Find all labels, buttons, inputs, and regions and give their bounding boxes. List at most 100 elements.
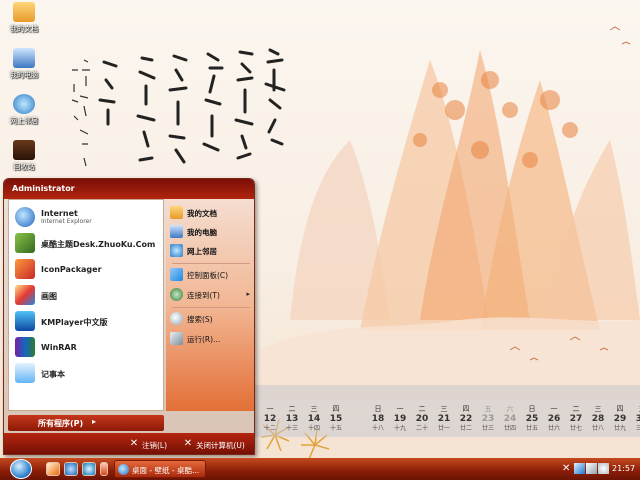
calendar-lunar: 十八 [371,425,384,432]
calendar-day: 一 12 十二 [259,405,281,433]
desktop-icon-my-computer[interactable]: 我的电脑 [2,48,46,80]
program-notepad[interactable]: 记事本 [15,362,165,386]
tray-network-icon[interactable] [574,463,585,474]
calendar-lunar: 十九 [393,425,406,432]
calendar-strip: 一 12 十二二 13 十三三 14 十四四 15 十五日 18 十八一 19 十九二 20 二十三 21 廿一… [255,385,640,437]
calendar-weekday: 五 [631,405,640,414]
calendar-weekday: 二 [418,405,426,413]
calendar-weekday: 六 [506,405,514,413]
calendar-date: 18 [371,414,385,424]
calendar-date: 15 [329,414,343,424]
calendar-day: 二 20 二十 [411,405,433,433]
taskbar-window-button[interactable]: 桌面 - 壁纸 - 桌酷... [114,460,206,478]
calendar-date: 24 [503,414,517,424]
place-control-panel[interactable]: 控制面板(C) [170,267,254,283]
program-winrar[interactable]: WinRAR [15,336,165,360]
notepad-icon [15,363,35,383]
places-pane: 我的文档 我的电脑 网上邻居 控制面板(C) 连接到(T) ▸ 搜索(S) 运行… [166,199,254,411]
calendar-weekday: 四 [462,405,470,413]
calendar-day: 三 28 廿八 [587,405,609,433]
calendar-day: 四 22 廿二 [455,405,477,433]
calendar-weekday: 三 [440,405,448,413]
calendar-date: 12 [263,414,277,424]
user-name: Administrator [12,184,75,193]
control-panel-icon [170,268,183,281]
recycle-bin-icon [13,140,35,160]
calendar-date: 21 [437,414,451,424]
power-icon: ✕ [183,438,193,449]
desktop-icon-my-documents[interactable]: 我的文档 [2,2,46,34]
calendar-lunar: 廿八 [591,425,604,432]
calendar-date: 13 [285,414,299,424]
calendar-day: 二 13 十三 [281,405,303,433]
calendar-date: 25 [525,414,539,424]
calendar-lunar: 廿五 [525,425,538,432]
calendar-lunar: 十四 [307,425,320,432]
place-run[interactable]: 运行(R)... [170,331,254,347]
calendar-lunar: 十三 [285,425,298,432]
desktop-icon-recycle-bin[interactable]: 回收站 [2,140,46,172]
program-paint[interactable]: 画图 [15,284,165,308]
all-programs-button[interactable]: 所有程序(P) ▸ [8,415,164,431]
calendar-weekday: 三 [310,405,318,413]
calendar-day: 日 25 廿五 [521,405,543,433]
calendar-lunar: 二十 [415,425,428,432]
logoff-icon: ✕ [129,438,139,449]
calendar-lunar: 廿一 [437,425,450,432]
calendar-weekday: 日 [374,405,382,413]
calendar-lunar: 三十 [635,425,640,432]
internet-explorer-icon [15,207,35,227]
calendar-weekday: 三 [594,405,602,413]
run-icon [170,332,183,345]
calendar-day: 二 27 廿七 [565,405,587,433]
calendar-weekday: 四 [332,405,340,413]
calendar-lunar: 廿九 [613,425,626,432]
programs-pane: Internet Internet Explorer 桌酷主题Desk.Zhuo… [8,199,164,411]
quicklaunch-show-desktop-icon[interactable] [46,462,60,476]
start-menu: Administrator Internet Internet Explorer… [3,178,255,455]
program-zhuoku[interactable]: 桌酷主题Desk.ZhuoKu.Com [15,232,165,256]
computer-icon [170,225,183,238]
calendar-date: 22 [459,414,473,424]
quicklaunch-media-icon[interactable] [82,462,96,476]
program-kmplayer[interactable]: KMPlayer中文版 [15,310,165,334]
arrow-right-icon: ▸ [92,417,97,426]
calendar-lunar: 十五 [329,425,342,432]
tray-x-icon[interactable]: ✕ [562,463,573,474]
calendar-weekday: 五 [484,405,492,413]
calendar-day: 日 18 十八 [367,405,389,433]
tray-monitor-icon[interactable] [586,463,597,474]
place-connect-to[interactable]: 连接到(T) ▸ [170,287,254,303]
desktop-icon-network[interactable]: 网上邻居 [2,94,46,126]
start-button[interactable] [10,459,32,479]
calendar-weekday: 日 [528,405,536,413]
calendar-weekday: 一 [266,405,274,413]
calendar-date: 29 [613,414,627,424]
start-menu-footer: ✕ 注销(L) ✕ 关闭计算机(U) [4,433,254,454]
quicklaunch-ie-icon[interactable] [64,462,78,476]
calendar-lunar: 十二 [263,425,276,432]
tray-volume-icon[interactable] [598,463,609,474]
calendar-date: 26 [547,414,561,424]
search-icon [170,312,183,325]
program-internet-explorer[interactable]: Internet Internet Explorer [15,206,165,230]
place-my-documents[interactable]: 我的文档 [170,205,254,221]
calendar-date: 23 [481,414,495,424]
calendar-lunar: 廿三 [481,425,494,432]
folder-icon [170,206,183,219]
program-iconpackager[interactable]: IconPackager [15,258,165,282]
calendar-day: 五 23 廿三 [477,405,499,433]
start-menu-header: Administrator [4,179,254,199]
calendar-lunar: 廿二 [459,425,472,432]
calendar-date: 20 [415,414,429,424]
folder-icon [13,2,35,22]
calendar-weekday: 二 [288,405,296,413]
place-my-computer[interactable]: 我的电脑 [170,224,254,240]
place-search[interactable]: 搜索(S) [170,311,254,327]
calendar-weekday: 四 [616,405,624,413]
quicklaunch-more-icon[interactable] [100,462,108,476]
calendar-day: 四 29 廿九 [609,405,631,433]
calendar-date: 30 [635,414,640,424]
place-network[interactable]: 网上邻居 [170,243,254,259]
calendar-weekday: 一 [396,405,404,413]
